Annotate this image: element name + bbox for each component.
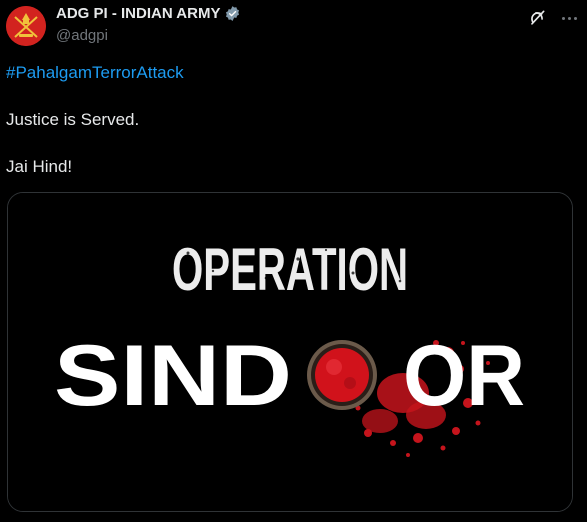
avatar[interactable] (6, 6, 46, 46)
more-options-icon (560, 16, 578, 20)
grok-icon (531, 10, 545, 25)
sindoor-right-text: OR (403, 328, 525, 424)
operation-title-text: OPERATION (172, 236, 408, 303)
sindoor-left-text: SIND (54, 328, 292, 424)
author-display-name[interactable]: ADG PI - INDIAN ARMY (56, 5, 220, 22)
tweet-media-image[interactable]: OPERATION SIND OR (7, 192, 573, 512)
hashtag-link[interactable]: #PahalgamTerrorAttack (6, 63, 184, 83)
grok-button[interactable] (524, 5, 550, 31)
author-handle[interactable]: @adgpi (56, 27, 108, 44)
sindoor-bowl-icon (307, 340, 377, 410)
verified-badge-icon (226, 6, 240, 21)
author-name-row[interactable]: ADG PI - INDIAN ARMY (56, 5, 241, 22)
tweet-line-2: Jai Hind! (6, 157, 73, 176)
army-emblem-icon (6, 6, 46, 46)
tweet-line-1: Justice is Served. (6, 110, 140, 129)
operation-sindoor-graphic: OPERATION SIND OR (8, 193, 572, 511)
more-options-button[interactable] (556, 5, 582, 31)
